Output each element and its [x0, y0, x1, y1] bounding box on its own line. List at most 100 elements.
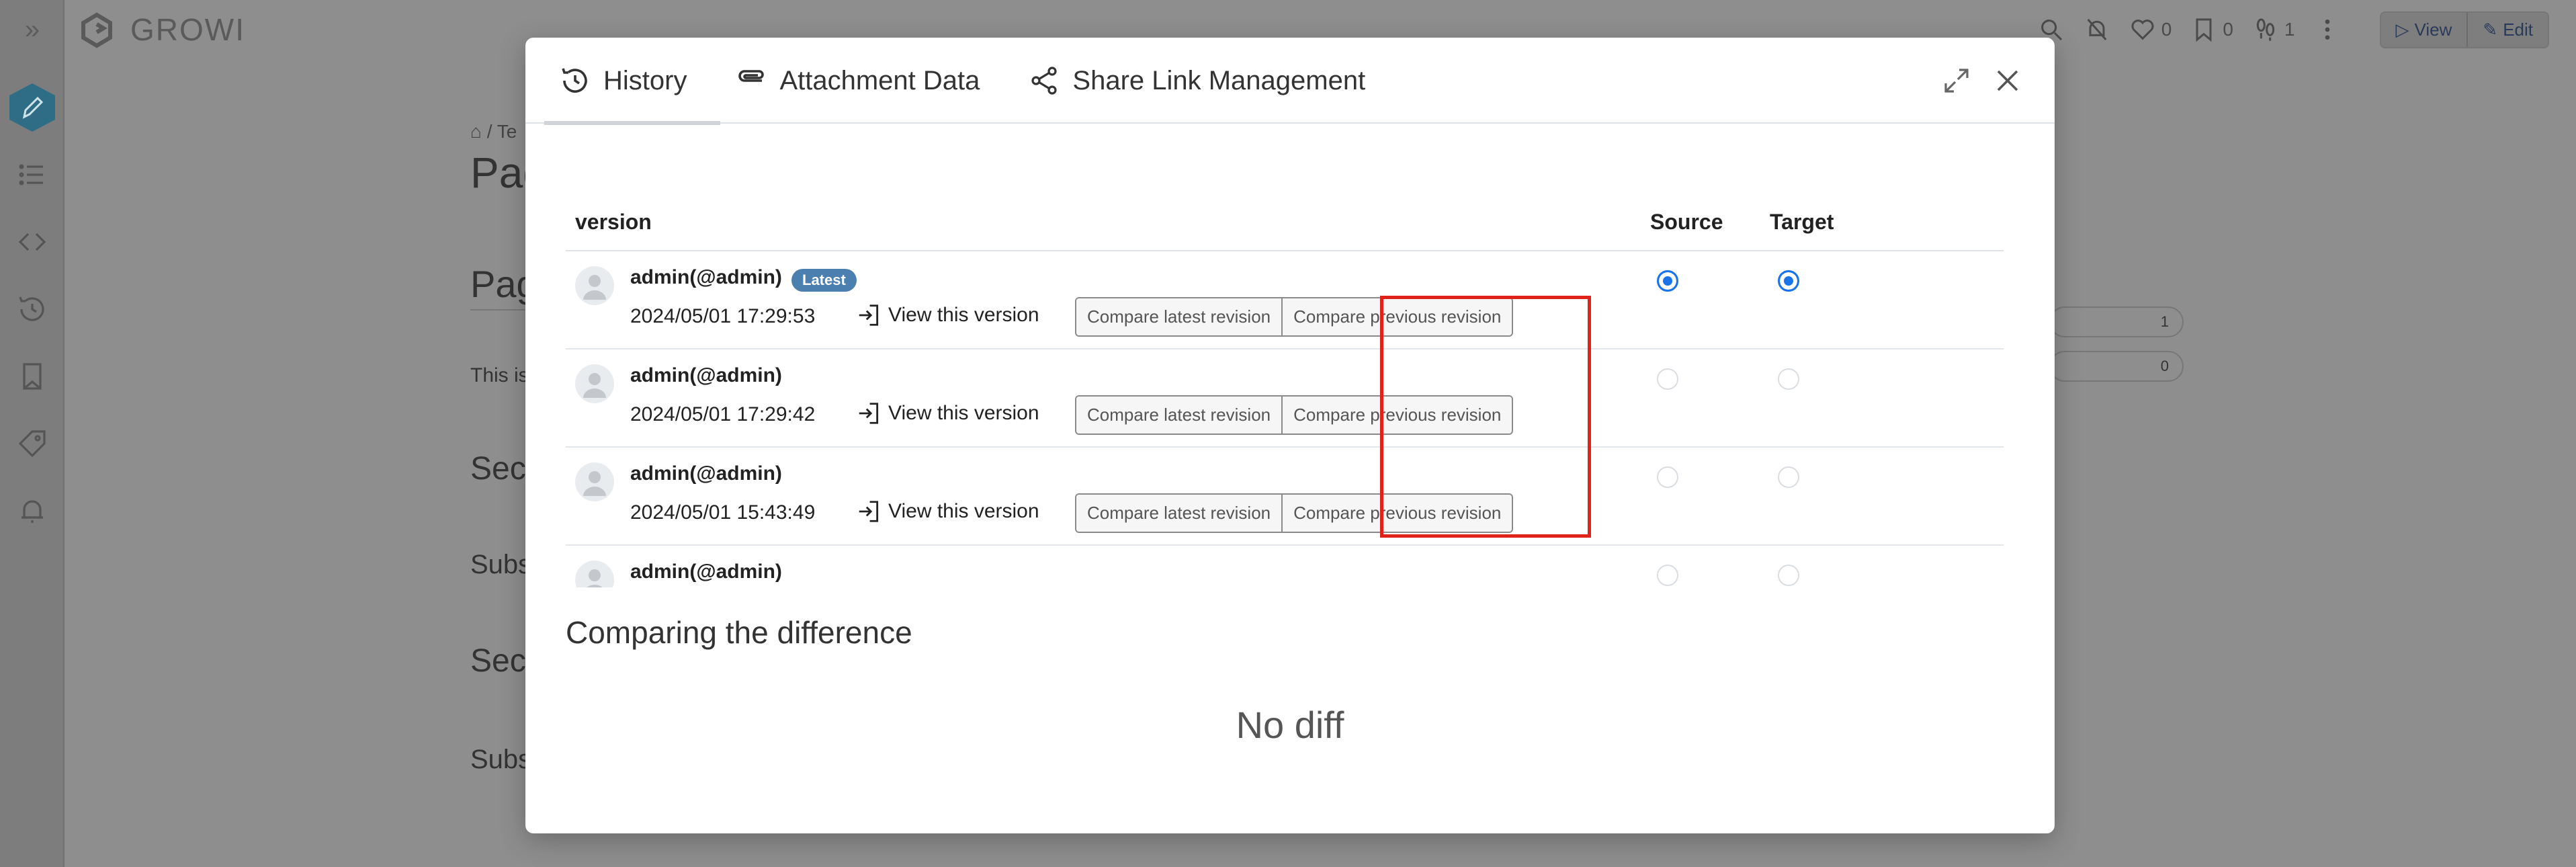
- seen-users-button[interactable]: 1: [2252, 16, 2295, 43]
- source-radio[interactable]: [1657, 565, 1678, 586]
- tab-share-label: Share Link Management: [1072, 65, 1366, 95]
- bookmarks-icon[interactable]: [16, 360, 48, 393]
- view-button-label: View: [2414, 19, 2452, 40]
- compare-latest-button[interactable]: Compare latest revision: [1076, 298, 1282, 335]
- footprints-icon: [2256, 18, 2275, 41]
- page-actions: 0 0 1 ▷ View ✎ Edit: [2038, 9, 2549, 50]
- close-icon: [1997, 70, 2018, 91]
- bookmark-icon: [2196, 18, 2212, 42]
- avatar: [575, 266, 614, 305]
- view-button[interactable]: ▷ View: [2381, 13, 2467, 47]
- view-this-version-label: View this version: [888, 500, 1039, 522]
- user-icon: [583, 471, 606, 496]
- column-version: version: [575, 210, 652, 234]
- code-icon[interactable]: [16, 226, 48, 258]
- home-icon: ⌂: [470, 121, 487, 142]
- sidebar: »: [0, 0, 65, 867]
- table-header: version Source Target: [566, 188, 2004, 251]
- revision-author: admin(@admin): [630, 364, 782, 386]
- column-target: Target: [1770, 210, 1834, 234]
- no-diff-message: No diff: [1236, 704, 1344, 746]
- like-button[interactable]: 0: [2129, 16, 2172, 43]
- subsection-heading: Subs: [470, 550, 532, 579]
- table-row: admin(@admin) 2024/05/01 17:29:42 View t…: [566, 349, 2004, 448]
- page-paragraph: This is: [470, 364, 529, 386]
- avatar: [575, 561, 614, 587]
- close-button[interactable]: [1991, 65, 2024, 97]
- target-radio[interactable]: [1778, 368, 1799, 390]
- sign-in-icon: [859, 304, 879, 326]
- compare-latest-button[interactable]: Compare latest revision: [1076, 397, 1282, 434]
- editor-pencil-icon[interactable]: [5, 81, 59, 134]
- view-this-version-link[interactable]: View this version: [856, 302, 1039, 328]
- recent-icon[interactable]: [16, 293, 48, 325]
- edit-button-label: Edit: [2503, 19, 2533, 40]
- expand-icon: [1944, 69, 1969, 93]
- table-row: admin(@admin): [566, 546, 2004, 587]
- view-this-version-label: View this version: [888, 304, 1039, 326]
- user-icon: [587, 569, 603, 587]
- growi-logo-icon: [81, 12, 112, 48]
- tab-attachment-data[interactable]: Attachment Data: [720, 38, 1013, 124]
- view-this-version-link[interactable]: View this version: [856, 499, 1039, 524]
- source-radio[interactable]: [1657, 368, 1678, 390]
- count-pill: 1: [2049, 306, 2184, 337]
- heart-icon: [2131, 19, 2154, 40]
- column-source: Source: [1650, 210, 1723, 234]
- expand-button[interactable]: [1940, 65, 1973, 97]
- seen-count: 1: [2284, 19, 2295, 40]
- share-icon: [1031, 67, 1057, 95]
- sign-in-icon: [859, 501, 879, 522]
- avatar: [575, 462, 614, 501]
- bookmark-button[interactable]: 0: [2190, 16, 2233, 43]
- view-this-version-link[interactable]: View this version: [856, 401, 1039, 426]
- revision-author: admin(@admin): [630, 462, 782, 485]
- source-radio[interactable]: [1657, 466, 1678, 488]
- revision-date: 2024/05/01 17:29:53: [630, 305, 816, 327]
- tag-icon[interactable]: [16, 427, 48, 460]
- modal-tabs: History Attachment Data Share Link Manag…: [544, 38, 1399, 125]
- tab-share-link-management[interactable]: Share Link Management: [1013, 38, 1399, 124]
- list-icon[interactable]: [16, 159, 48, 191]
- view-edit-switch: ▷ View ✎ Edit: [2379, 11, 2549, 48]
- breadcrumb[interactable]: ⌂ / Te: [470, 121, 517, 142]
- page-accessories-modal: History Attachment Data Share Link Manag…: [525, 38, 2055, 833]
- tab-history-label: History: [603, 65, 687, 95]
- target-radio[interactable]: [1778, 466, 1799, 488]
- play-icon: ▷: [2395, 19, 2409, 40]
- revision-author: admin(@admin): [630, 266, 782, 288]
- like-count: 0: [2161, 19, 2172, 40]
- compare-latest-button[interactable]: Compare latest revision: [1076, 495, 1282, 532]
- subsection-heading: Subs: [470, 745, 532, 774]
- user-icon: [583, 275, 606, 300]
- avatar: [575, 364, 614, 403]
- tab-history[interactable]: History: [544, 38, 721, 125]
- highlight-box: [1380, 296, 1591, 538]
- sidebar-toggle-icon[interactable]: »: [17, 15, 47, 44]
- diff-section-title: Comparing the difference: [566, 615, 912, 650]
- modal-header: History Attachment Data Share Link Manag…: [525, 38, 2055, 125]
- source-radio[interactable]: [1657, 270, 1678, 292]
- user-icon: [583, 373, 606, 398]
- more-vertical-icon: [2325, 19, 2329, 40]
- target-radio[interactable]: [1778, 270, 1799, 292]
- revision-list-scroll[interactable]: admin(@admin) Latest 2024/05/01 17:29:53…: [566, 251, 2004, 587]
- history-icon: [562, 68, 587, 93]
- brand-name: GROWI: [130, 12, 245, 47]
- breadcrumb-text: / Te: [486, 121, 517, 142]
- tab-attachment-label: Attachment Data: [779, 65, 980, 95]
- subscribe-button[interactable]: [2084, 16, 2110, 43]
- bell-slash-icon: [2087, 19, 2107, 40]
- count-pill: 0: [2049, 351, 2184, 382]
- revision-author: admin(@admin): [630, 561, 782, 583]
- more-menu-button[interactable]: [2314, 16, 2341, 43]
- edit-icon: ✎: [2483, 19, 2498, 40]
- target-radio[interactable]: [1778, 565, 1799, 586]
- table-row: admin(@admin) Latest 2024/05/01 17:29:53…: [566, 251, 2004, 349]
- edit-button[interactable]: ✎ Edit: [2466, 12, 2548, 47]
- sign-in-icon: [859, 403, 879, 424]
- latest-badge: Latest: [791, 269, 857, 292]
- notification-icon[interactable]: [16, 495, 48, 527]
- brand[interactable]: GROWI: [78, 11, 245, 48]
- revision-date: 2024/05/01 17:29:42: [630, 403, 816, 425]
